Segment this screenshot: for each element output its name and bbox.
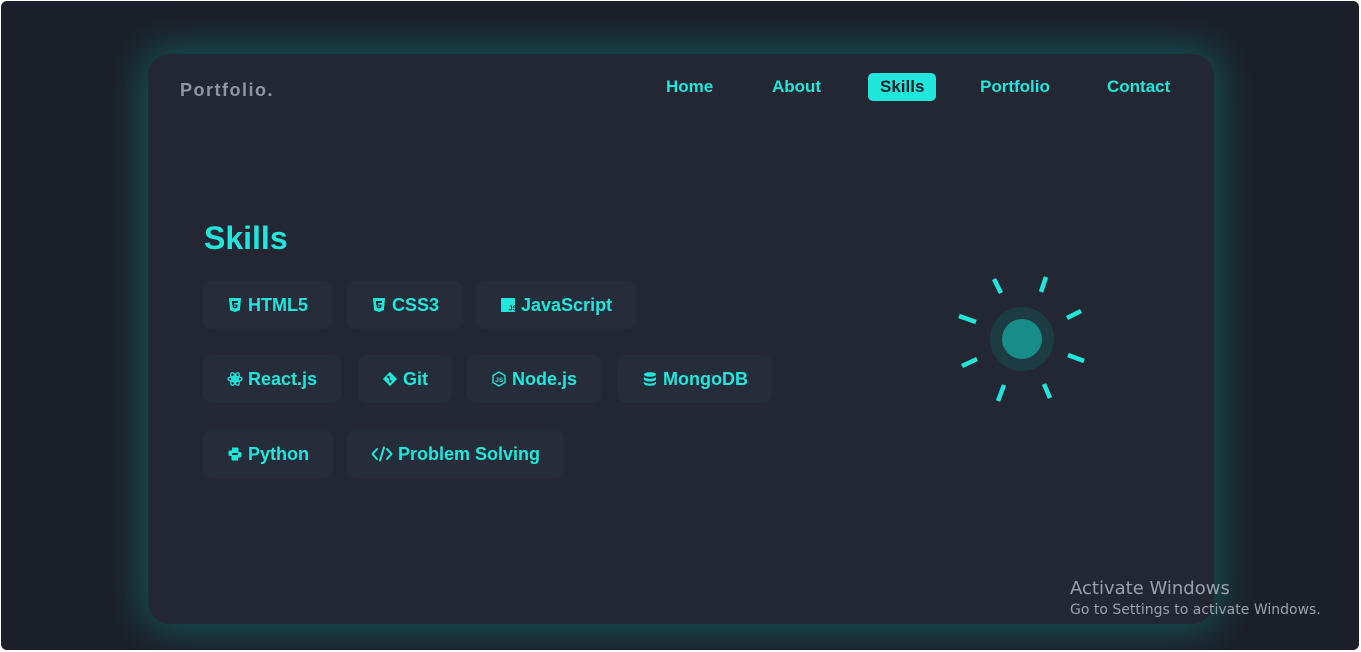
javascript-icon: JS bbox=[500, 297, 516, 313]
skill-label: CSS3 bbox=[392, 295, 440, 315]
html5-icon bbox=[227, 297, 243, 313]
skill-chip-nodejs: JS Node.js bbox=[467, 355, 602, 403]
portfolio-card: Portfolio. Home About Skills Portfolio C… bbox=[148, 54, 1214, 624]
skill-label: Problem Solving bbox=[398, 444, 541, 464]
skill-chip-python: Python bbox=[203, 430, 333, 478]
skill-label: Node.js bbox=[512, 369, 578, 389]
skill-label: JavaScript bbox=[521, 295, 613, 315]
brand-logo[interactable]: Portfolio. bbox=[180, 80, 274, 101]
skill-label: MongoDB bbox=[663, 369, 748, 389]
skill-chip-react: React.js bbox=[203, 355, 342, 403]
svg-text:JS: JS bbox=[509, 306, 517, 313]
git-icon bbox=[382, 371, 398, 387]
skill-label: Git bbox=[403, 369, 428, 389]
svg-text:JS: JS bbox=[495, 377, 504, 384]
database-icon bbox=[642, 371, 658, 387]
nav-portfolio[interactable]: Portfolio bbox=[980, 73, 1050, 101]
sun-icon bbox=[938, 254, 1098, 429]
nav-contact[interactable]: Contact bbox=[1107, 73, 1170, 101]
skill-chip-mongodb: MongoDB bbox=[618, 355, 772, 403]
nav-home[interactable]: Home bbox=[666, 73, 713, 101]
watermark-title: Activate Windows bbox=[1070, 578, 1230, 599]
windows-activation-watermark: Activate Windows Go to Settings to activ… bbox=[1070, 578, 1321, 618]
nodejs-icon: JS bbox=[491, 371, 507, 387]
react-icon bbox=[227, 371, 243, 387]
skill-label: React.js bbox=[248, 369, 318, 389]
skill-label: HTML5 bbox=[248, 295, 308, 315]
skill-chip-html5: HTML5 bbox=[203, 281, 332, 329]
desktop-screen: Portfolio. Home About Skills Portfolio C… bbox=[1, 1, 1359, 650]
css3-icon bbox=[371, 297, 387, 313]
skill-chip-problem-solving: Problem Solving bbox=[347, 430, 565, 478]
skill-chip-git: Git bbox=[358, 355, 452, 403]
python-icon bbox=[227, 446, 243, 462]
skill-chip-javascript: JS JavaScript bbox=[476, 281, 637, 329]
watermark-subtitle: Go to Settings to activate Windows. bbox=[1070, 602, 1321, 618]
skill-label: Python bbox=[248, 444, 309, 464]
section-title: Skills bbox=[204, 220, 288, 256]
skill-chip-css3: CSS3 bbox=[347, 281, 464, 329]
nav-about[interactable]: About bbox=[772, 73, 821, 101]
nav-skills[interactable]: Skills bbox=[868, 73, 937, 101]
code-icon bbox=[371, 446, 393, 462]
